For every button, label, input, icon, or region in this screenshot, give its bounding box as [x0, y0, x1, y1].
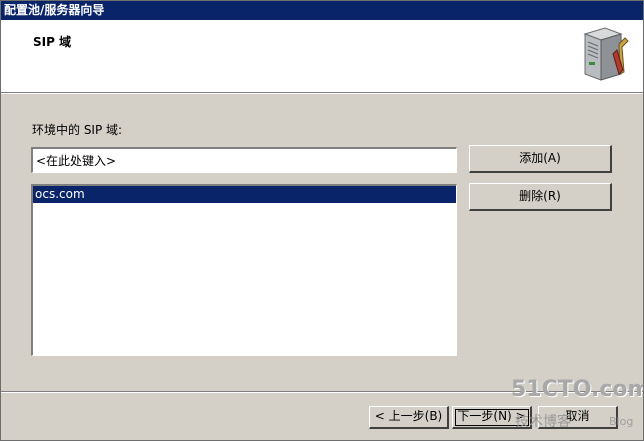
- next-button[interactable]: 下一步(N) >: [452, 406, 532, 429]
- page-title: SIP 域: [33, 35, 72, 49]
- watermark-logo-text: 51CTO.com: [511, 377, 644, 402]
- window-title: 配置池/服务器向导: [4, 3, 105, 17]
- server-tools-icon: [583, 27, 629, 81]
- sip-domains-label: 环境中的 SIP 域:: [32, 123, 123, 137]
- title-bar[interactable]: 配置池/服务器向导: [1, 1, 643, 20]
- back-button[interactable]: < 上一步(B): [369, 406, 449, 429]
- add-button[interactable]: 添加(A): [469, 145, 612, 173]
- wizard-header: SIP 域: [1, 20, 643, 92]
- sip-domain-list[interactable]: ocs.com: [31, 184, 457, 356]
- remove-button[interactable]: 删除(R): [469, 183, 612, 211]
- list-item[interactable]: ocs.com: [33, 186, 456, 203]
- header-divider-highlight: [1, 93, 643, 94]
- wizard-window: 配置池/服务器向导 SIP 域 环境中的 SIP 域: 添加(A) ocs.co…: [0, 0, 644, 441]
- sip-domain-input[interactable]: [31, 147, 457, 173]
- footer-divider-highlight: [1, 392, 643, 393]
- cancel-button[interactable]: 取消: [538, 406, 618, 429]
